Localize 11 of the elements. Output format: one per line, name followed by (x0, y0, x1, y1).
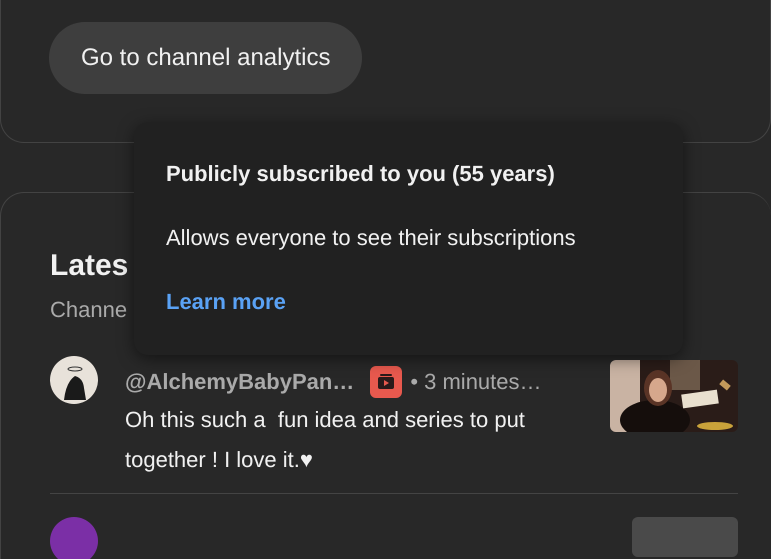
card-subtitle: Channe (50, 296, 128, 324)
learn-more-link[interactable]: Learn more (166, 288, 286, 316)
card-title: Lates (50, 248, 128, 284)
comment-time: • 3 minutes… (410, 369, 542, 395)
video-icon (370, 366, 402, 398)
avatar-icon[interactable] (50, 356, 98, 404)
tooltip-title: Publicly subscribed to you (55 years) (166, 160, 555, 188)
comment-text: Oh this such a fun idea and series to put together ! I love it.♥ (125, 406, 526, 474)
tooltip-text: Allows everyone to see their subscriptions (166, 224, 576, 252)
analytics-button[interactable]: Go to channel analytics (49, 22, 362, 94)
comment-author[interactable]: @AlchemyBabyPan… (125, 369, 354, 395)
